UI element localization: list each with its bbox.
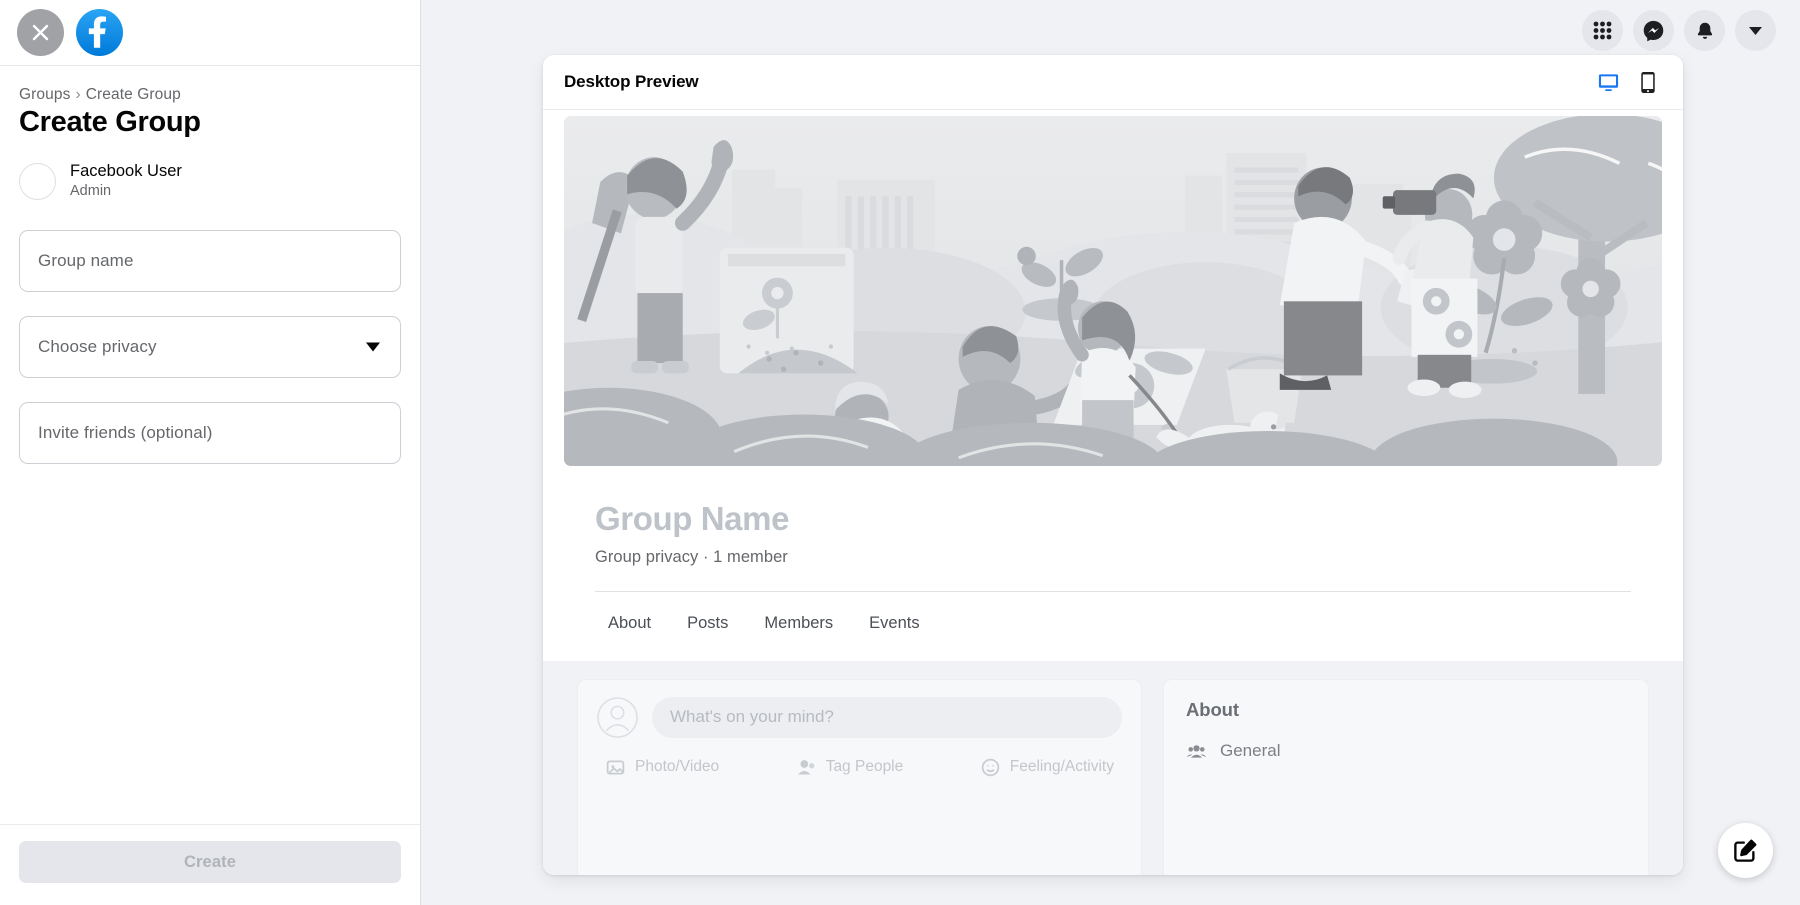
tab-events[interactable]: Events bbox=[856, 600, 932, 647]
group-name-placeholder: Group name bbox=[38, 251, 134, 270]
user-text: Facebook User Admin bbox=[70, 161, 182, 202]
sidebar-body: Groups › Create Group Create Group Faceboo… bbox=[0, 66, 420, 824]
feeling-activity-icon bbox=[981, 758, 999, 777]
photo-video-label: Photo/Video bbox=[635, 758, 720, 776]
desktop-icon[interactable] bbox=[1597, 71, 1620, 94]
create-button[interactable]: Create bbox=[19, 841, 401, 883]
invite-friends-input[interactable]: Invite friends (optional) bbox=[19, 402, 401, 464]
avatar bbox=[597, 697, 638, 738]
avatar bbox=[19, 163, 56, 200]
tab-members[interactable]: Members bbox=[751, 600, 846, 647]
chevron-down-icon bbox=[366, 342, 380, 352]
breadcrumb-create-group[interactable]: Create Group bbox=[86, 86, 181, 103]
preview-content-area: What's on your mind? Photo/Video Tag Peo… bbox=[543, 660, 1683, 875]
composer-row: What's on your mind? bbox=[597, 696, 1122, 738]
sidebar-header bbox=[0, 0, 420, 66]
tab-about[interactable]: About bbox=[595, 600, 664, 647]
tab-posts[interactable]: Posts bbox=[674, 600, 741, 647]
mobile-icon[interactable] bbox=[1640, 71, 1656, 94]
user-role: Admin bbox=[70, 183, 112, 200]
compose-icon[interactable] bbox=[1718, 823, 1773, 878]
bell-icon[interactable] bbox=[1684, 10, 1725, 51]
about-item-general[interactable]: General bbox=[1186, 741, 1626, 762]
group-name-preview: Group Name bbox=[595, 500, 790, 537]
people-group-icon bbox=[1186, 745, 1207, 758]
top-navigation bbox=[1582, 10, 1776, 51]
tag-people-label: Tag People bbox=[825, 758, 904, 776]
group-tabs: About Posts Members Events bbox=[543, 600, 1683, 647]
invite-friends-placeholder: Invite friends (optional) bbox=[38, 423, 213, 442]
tag-people-icon bbox=[797, 760, 815, 775]
close-icon[interactable] bbox=[17, 9, 64, 56]
breadcrumb-groups[interactable]: Groups bbox=[19, 86, 70, 103]
device-toggle bbox=[1597, 71, 1656, 94]
about-card: About General bbox=[1163, 678, 1649, 875]
preview-divider bbox=[595, 590, 1631, 592]
sidebar-footer: Create bbox=[0, 824, 420, 905]
about-item-label: General bbox=[1220, 741, 1281, 761]
messenger-icon[interactable] bbox=[1633, 10, 1674, 51]
preview-header: Desktop Preview bbox=[543, 55, 1683, 110]
breadcrumb: Groups › Create Group bbox=[19, 86, 401, 104]
tag-people-button[interactable]: Tag People bbox=[796, 757, 904, 778]
composer-actions: Photo/Video Tag People Feeling/Activity bbox=[597, 757, 1122, 778]
group-meta: Group privacy · 1 member bbox=[595, 547, 788, 566]
breadcrumb-separator: › bbox=[75, 86, 81, 103]
feeling-activity-button[interactable]: Feeling/Activity bbox=[980, 757, 1114, 778]
facebook-logo[interactable] bbox=[76, 9, 123, 56]
menu-grid-icon[interactable] bbox=[1582, 10, 1623, 51]
photo-video-button[interactable]: Photo/Video bbox=[605, 757, 719, 778]
composer-input[interactable]: What's on your mind? bbox=[652, 696, 1122, 738]
account-chevron-icon[interactable] bbox=[1735, 10, 1776, 51]
create-group-sidebar: Groups › Create Group Create Group Faceboo… bbox=[0, 0, 421, 905]
privacy-select[interactable]: Choose privacy bbox=[19, 316, 401, 378]
group-identity: Group Name Group privacy · 1 member bbox=[543, 466, 1683, 567]
preview-title: Desktop Preview bbox=[564, 72, 699, 91]
post-composer-card: What's on your mind? Photo/Video Tag Peo… bbox=[577, 678, 1142, 875]
about-title: About bbox=[1186, 698, 1239, 720]
photo-video-icon bbox=[606, 760, 625, 775]
privacy-placeholder: Choose privacy bbox=[38, 337, 157, 356]
group-cover-illustration bbox=[564, 116, 1662, 466]
group-name-input[interactable]: Group name bbox=[19, 230, 401, 292]
feeling-activity-label: Feeling/Activity bbox=[1009, 758, 1114, 776]
admin-user-row: Facebook User Admin bbox=[19, 161, 401, 202]
create-group-screen: Groups › Create Group Create Group Faceboo… bbox=[0, 0, 1800, 905]
user-name: Facebook User bbox=[70, 162, 182, 180]
page-title: Create Group bbox=[19, 106, 201, 138]
desktop-preview-card: Desktop Preview Group Name Group privacy… bbox=[543, 55, 1683, 875]
